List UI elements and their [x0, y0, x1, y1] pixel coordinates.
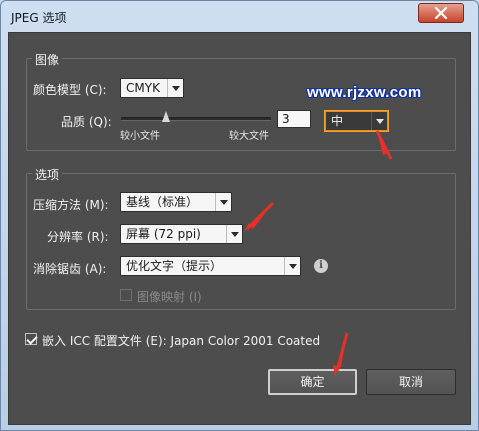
- ok-button[interactable]: 确定: [268, 369, 357, 395]
- dialog-body: 图像 颜色模型 (C): CMYK 品质 (Q): 较小文件 较大文件 3 中 …: [8, 32, 471, 425]
- quality-input[interactable]: 3: [277, 110, 311, 128]
- antialias-label: 消除锯齿 (A):: [33, 262, 107, 276]
- compression-select[interactable]: 基线（标准）: [120, 192, 232, 212]
- quality-label: 品质 (Q):: [61, 115, 112, 129]
- compression-value: 基线（标准）: [126, 195, 199, 209]
- options-group-legend: 选项: [32, 166, 63, 183]
- chevron-down-icon[interactable]: [167, 79, 183, 97]
- embed-icc-label: 嵌入 ICC 配置文件 (E): Japan Color 2001 Coated: [42, 334, 321, 348]
- slider-max-label: 较大文件: [229, 131, 269, 142]
- dialog-window: JPEG 选项 图像 颜色模型 (C): CMYK 品质 (Q): 较小文件 较…: [0, 0, 479, 431]
- image-map-label: 图像映射 (I): [137, 290, 202, 304]
- quality-slider-track[interactable]: [121, 117, 271, 121]
- color-model-select[interactable]: CMYK: [120, 78, 184, 98]
- chevron-down-icon[interactable]: [226, 225, 242, 243]
- resolution-value: 屏幕 (72 ppi): [126, 227, 201, 241]
- color-model-label: 颜色模型 (C):: [33, 83, 107, 97]
- chevron-down-icon[interactable]: [371, 112, 387, 130]
- title-bar[interactable]: JPEG 选项: [1, 1, 478, 32]
- image-map-checkbox[interactable]: [120, 289, 132, 301]
- quality-preset-value: 中: [331, 114, 344, 128]
- info-icon[interactable]: i: [314, 259, 328, 273]
- slider-min-label: 较小文件: [120, 131, 160, 142]
- close-button[interactable]: [418, 3, 464, 23]
- close-icon: [434, 7, 448, 19]
- quality-slider-thumb[interactable]: [162, 111, 171, 122]
- resolution-label: 分辨率 (R):: [47, 230, 109, 244]
- chevron-down-icon[interactable]: [215, 193, 231, 211]
- window-title: JPEG 选项: [11, 11, 67, 25]
- cancel-button[interactable]: 取消: [366, 369, 456, 395]
- image-group-legend: 图像: [32, 51, 63, 68]
- embed-icc-checkbox[interactable]: [25, 333, 37, 345]
- antialias-select[interactable]: 优化文字（提示）: [120, 256, 301, 276]
- antialias-value: 优化文字（提示）: [126, 259, 223, 273]
- resolution-select[interactable]: 屏幕 (72 ppi): [120, 224, 243, 244]
- quality-preset-select[interactable]: 中: [325, 111, 388, 131]
- chevron-down-icon[interactable]: [284, 257, 300, 275]
- compression-label: 压缩方法 (M):: [33, 198, 109, 212]
- watermark-text: www.rjzxw.com: [307, 84, 422, 101]
- color-model-value: CMYK: [126, 81, 160, 95]
